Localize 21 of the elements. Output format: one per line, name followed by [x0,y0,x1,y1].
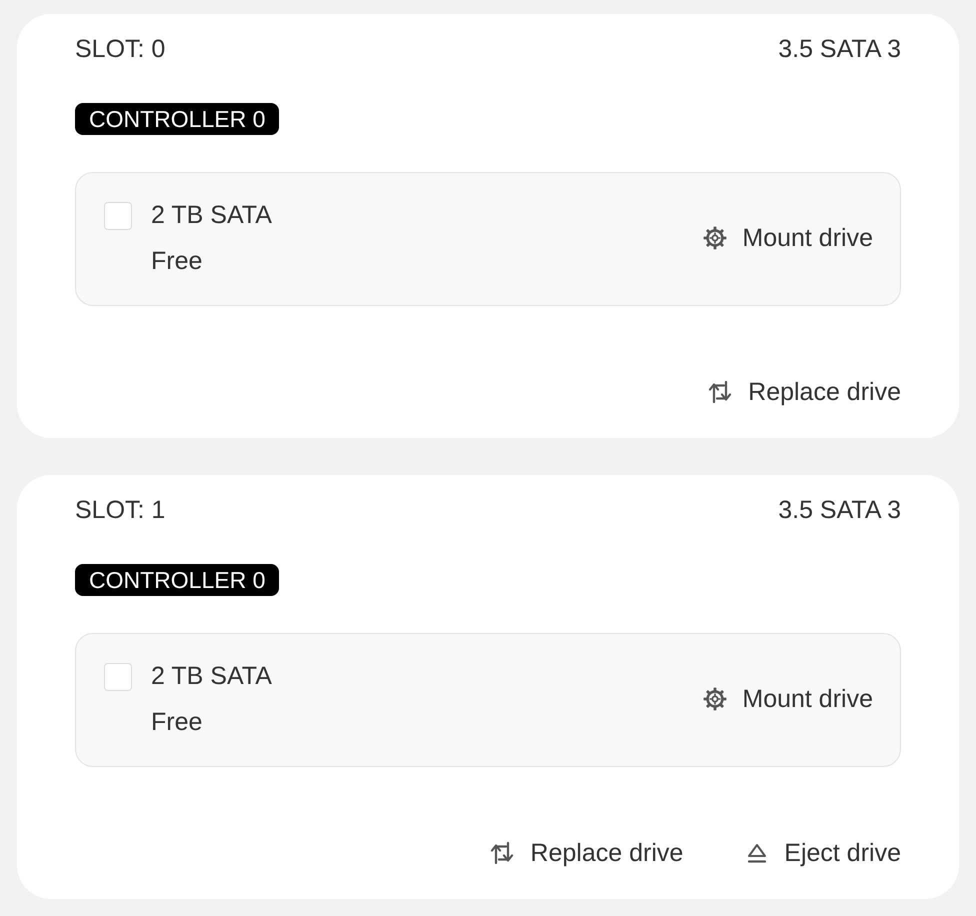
drive-type: 3.5 SATA 3 [778,495,901,526]
replace-drive-button[interactable]: Replace drive [489,833,684,873]
drive-status: Free [151,246,204,277]
swap-arrows-icon [707,379,734,405]
gear-icon [703,226,728,250]
controller-tag: CONTROLLER 0 [75,564,280,596]
drive-capacity: 2 TB SATA [151,200,272,231]
swap-arrows-icon [489,840,516,866]
slot-label: SLOT: 1 [75,495,166,526]
replace-drive-button[interactable]: Replace drive [707,372,901,412]
eject-drive-button[interactable]: Eject drive [745,833,901,873]
drive-type: 3.5 SATA 3 [778,34,901,65]
mount-drive-button[interactable]: Mount drive [703,679,873,719]
gear-icon [703,687,728,711]
drive-status: Free [151,707,204,738]
drive-checkbox[interactable] [104,663,132,691]
controller-tag: CONTROLLER 0 [75,103,280,135]
drive-checkbox[interactable] [104,202,132,230]
slot-label: SLOT: 0 [75,34,166,65]
drive-capacity: 2 TB SATA [151,661,272,692]
mount-drive-button[interactable]: Mount drive [703,218,873,258]
